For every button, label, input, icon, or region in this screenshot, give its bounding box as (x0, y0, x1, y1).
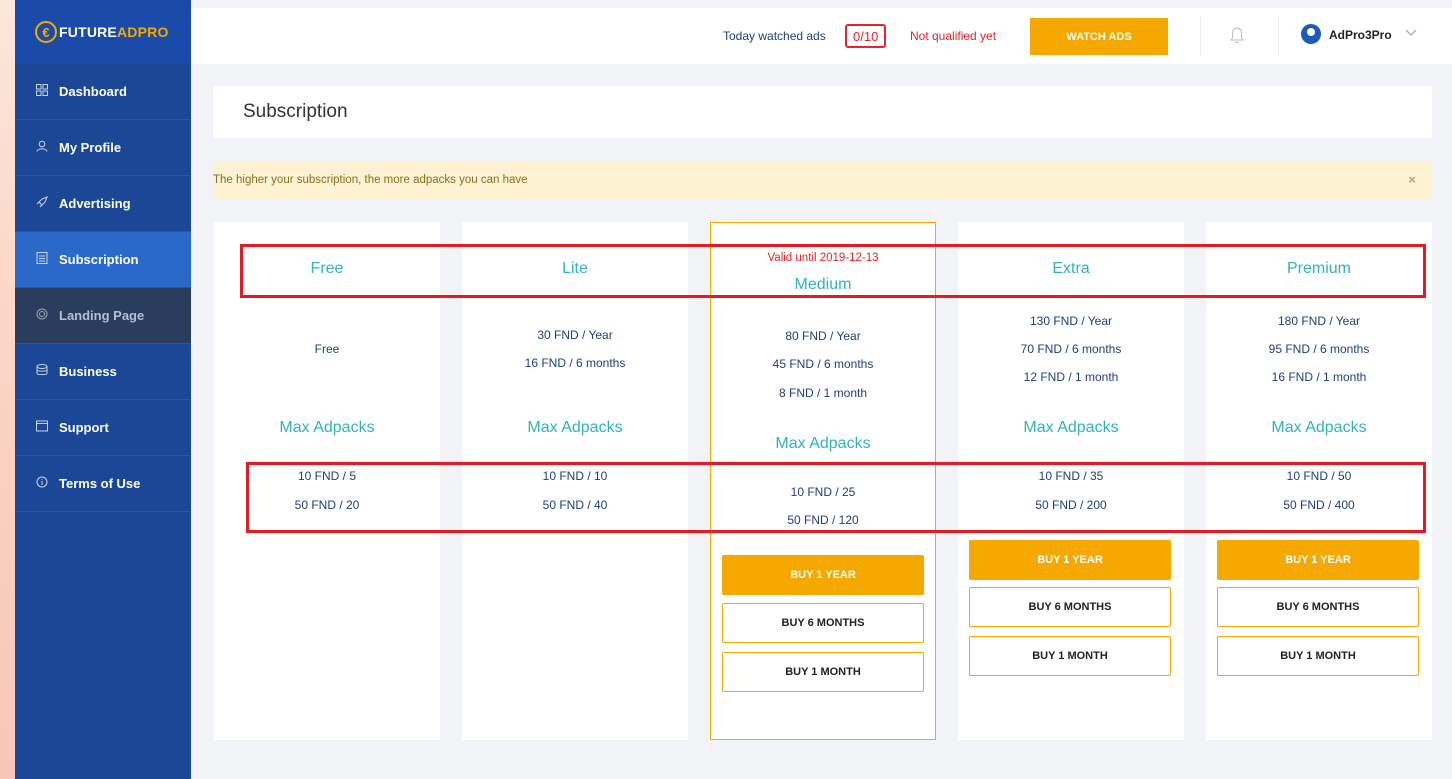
max-adpacks-title: Max Adpacks (1271, 419, 1367, 436)
plan-price: 12 FND / 1 month (1023, 370, 1119, 384)
page-title-card: Subscription (213, 86, 1432, 138)
watched-ads-label: Today watched ads (723, 29, 826, 43)
target-icon (35, 308, 49, 323)
qualification-status: Not qualified yet (910, 29, 997, 43)
logo-text: FUTUREADPRO (59, 24, 169, 40)
username[interactable]: AdPro3Pro (1329, 28, 1392, 42)
sidebar-item-label: Terms of Use (59, 476, 141, 491)
database-icon (35, 364, 49, 379)
sidebar-item-label: Subscription (59, 252, 139, 267)
sidebar-item-label: Business (59, 364, 117, 379)
watched-ads-counter: 0/10 (845, 24, 887, 48)
watch-ads-button[interactable]: WATCH ADS (1030, 18, 1168, 55)
logo-coin-icon: € (35, 21, 57, 43)
info-alert: The higher your subscription, the more a… (213, 162, 1432, 199)
logo[interactable]: € FUTUREADPRO (15, 0, 191, 64)
buy-1-month-button[interactable]: BUY 1 MONTH (1217, 636, 1419, 676)
window-icon (35, 420, 49, 435)
sidebar-item-advertising[interactable]: Advertising (15, 176, 191, 232)
plan-price: 70 FND / 6 months (1020, 342, 1122, 356)
buy-1-year-button[interactable]: BUY 1 YEAR (722, 555, 924, 595)
sidebar-item-support[interactable]: Support (15, 400, 191, 456)
max-adpacks-title: Max Adpacks (775, 435, 871, 452)
max-adpacks-title: Max Adpacks (527, 419, 623, 436)
sidebar-item-label: Landing Page (59, 308, 145, 323)
chevron-down-icon[interactable] (1405, 26, 1417, 40)
sidebar-item-dashboard[interactable]: Dashboard (15, 64, 191, 120)
close-icon[interactable]: × (1408, 172, 1416, 187)
sidebar-item-label: My Profile (59, 140, 122, 155)
buy-6-months-button[interactable]: BUY 6 MONTHS (722, 603, 924, 643)
plan-price: 80 FND / Year (785, 329, 861, 343)
plan-price: 180 FND / Year (1277, 314, 1361, 328)
plan-price: 45 FND / 6 months (772, 357, 874, 371)
sidebar-item-label: Dashboard (59, 84, 127, 99)
plan-price: Free (314, 342, 340, 356)
topbar-divider (1200, 16, 1201, 56)
buy-1-month-button[interactable]: BUY 1 MONTH (722, 652, 924, 692)
plan-price: 95 FND / 6 months (1268, 342, 1370, 356)
buy-1-month-button[interactable]: BUY 1 MONTH (969, 636, 1171, 676)
sidebar: € FUTUREADPRO Dashboard My Profile Adver… (15, 0, 191, 779)
sidebar-item-label: Advertising (59, 196, 131, 211)
buy-6-months-button[interactable]: BUY 6 MONTHS (1217, 587, 1419, 627)
avatar[interactable] (1301, 24, 1321, 44)
info-icon (35, 476, 49, 491)
plan-price: 8 FND / 1 month (778, 386, 868, 400)
sidebar-item-my-profile[interactable]: My Profile (15, 120, 191, 176)
buy-6-months-button[interactable]: BUY 6 MONTHS (969, 587, 1171, 627)
sidebar-item-subscription[interactable]: Subscription (15, 232, 191, 288)
max-adpacks-title: Max Adpacks (279, 419, 375, 436)
highlight-box-adpacks (246, 462, 1426, 533)
grid-icon (35, 84, 49, 99)
sidebar-item-landing-page[interactable]: Landing Page (15, 288, 191, 344)
plan-price: 130 FND / Year (1029, 314, 1113, 328)
page-title: Subscription (243, 101, 348, 122)
buy-1-year-button[interactable]: BUY 1 YEAR (1217, 540, 1419, 580)
page-edge-strip (0, 0, 15, 779)
list-icon (35, 252, 49, 267)
sidebar-item-terms-of-use[interactable]: Terms of Use (15, 456, 191, 512)
rocket-icon (35, 196, 49, 211)
topbar-divider (1278, 16, 1279, 56)
user-icon (35, 140, 49, 155)
plan-price: 16 FND / 1 month (1271, 370, 1367, 384)
topbar: Today watched ads 0/10 Not qualified yet… (191, 8, 1452, 64)
plan-price: 16 FND / 6 months (524, 356, 626, 370)
bell-icon[interactable] (1230, 26, 1246, 46)
buy-1-year-button[interactable]: BUY 1 YEAR (969, 540, 1171, 580)
alert-message: The higher your subscription, the more a… (213, 174, 528, 186)
max-adpacks-title: Max Adpacks (1023, 419, 1119, 436)
plan-price: 30 FND / Year (537, 328, 613, 342)
sidebar-item-label: Support (59, 420, 109, 435)
highlight-box-plan-names (240, 244, 1426, 298)
sidebar-item-business[interactable]: Business (15, 344, 191, 400)
